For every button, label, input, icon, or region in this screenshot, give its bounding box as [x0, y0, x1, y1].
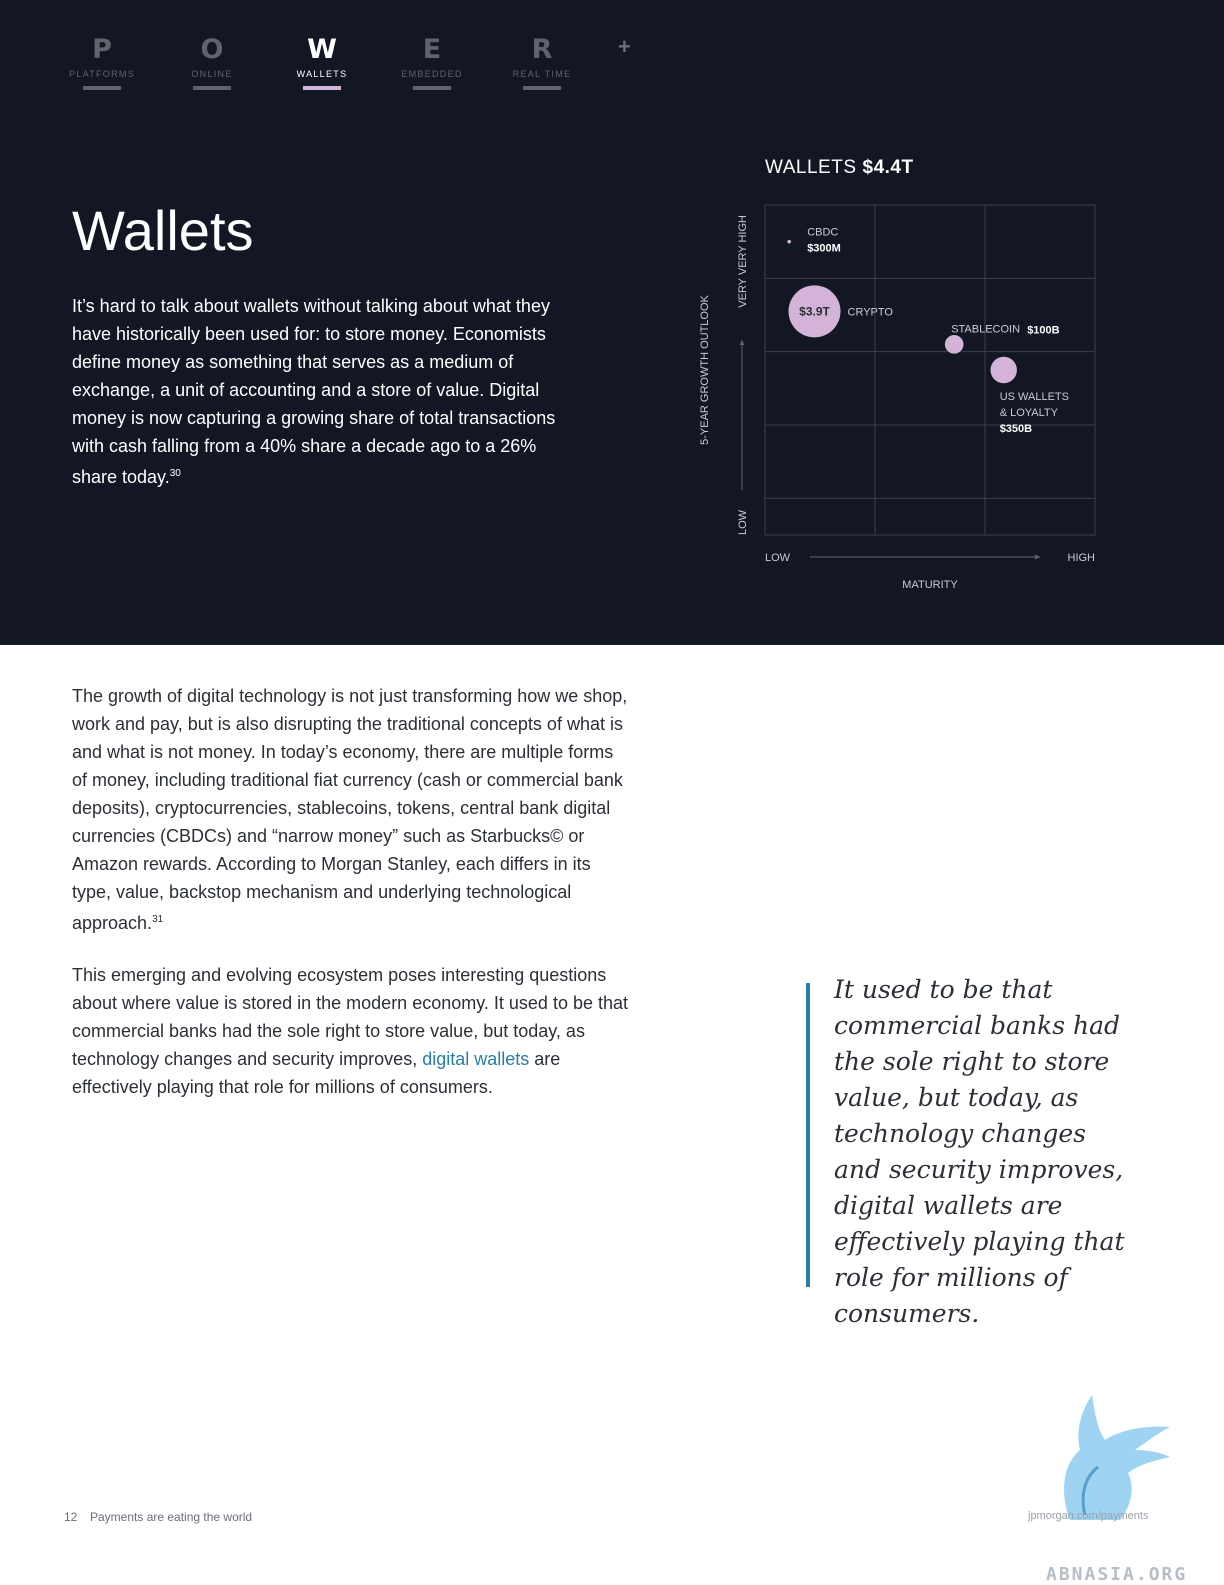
- nav-indicator: [413, 86, 451, 90]
- nav-indicator: [523, 86, 561, 90]
- data-point-stablecoin: [944, 335, 964, 354]
- intro-paragraph: It’s hard to talk about wallets without …: [72, 292, 582, 491]
- nav-letter: E: [422, 34, 442, 65]
- nav-letter: W: [307, 34, 337, 65]
- x-tick-label: LOW: [765, 552, 791, 564]
- nav-label: WALLETS: [296, 69, 348, 79]
- nav-indicator: [193, 86, 231, 90]
- nav-letter: P: [92, 34, 112, 65]
- page-number: 12: [64, 1510, 78, 1524]
- page-title: Wallets: [72, 199, 254, 262]
- data-name-label: STABLECOIN: [951, 323, 1020, 335]
- nav-tab-real-time[interactable]: R REAL TIME: [497, 34, 587, 90]
- nav-tab-online[interactable]: O ONLINE: [167, 34, 257, 90]
- footer-url-link[interactable]: jpmorgan.com/payments: [1028, 1510, 1148, 1522]
- data-name-label: CRYPTO: [848, 306, 894, 318]
- chart-title-label: WALLETS: [765, 157, 857, 178]
- body-paragraph-1: The growth of digital technology is not …: [72, 682, 628, 937]
- data-name-label: & LOYALTY: [1000, 407, 1059, 419]
- data-name-label: CBDC: [807, 227, 838, 239]
- nav-label: REAL TIME: [512, 69, 572, 79]
- nav-label: PLATFORMS: [68, 69, 136, 79]
- nav-tab-embedded[interactable]: E EMBEDDED: [387, 34, 477, 90]
- nav-letter: R: [531, 34, 553, 65]
- watermark-text: ABNASIA.ORG: [1046, 1564, 1188, 1585]
- nav-indicator-active: [303, 86, 341, 90]
- data-value-label: $350B: [1000, 423, 1032, 435]
- chart-points: CBDC $300M $3.9T CRYPTO STABLECOIN $100B US WA…: [787, 227, 1069, 435]
- footnote-ref[interactable]: 31: [152, 914, 163, 925]
- y-tick-label: LOW: [737, 509, 749, 535]
- data-point-us-wallets-loyalty: [990, 356, 1017, 384]
- nav-tab-wallets[interactable]: W WALLETS: [277, 34, 367, 90]
- data-value-label: $300M: [807, 243, 841, 255]
- chart-title: WALLETS $4.4T: [765, 157, 914, 179]
- x-axis-arrowhead: [1035, 554, 1040, 560]
- x-tick-label: HIGH: [1068, 552, 1096, 564]
- quote-accent-bar: [806, 983, 810, 1287]
- nav-indicator: [83, 86, 121, 90]
- y-axis-arrowhead: [739, 340, 745, 345]
- y-tick-label: VERY VERY HIGH: [737, 215, 749, 308]
- nav-label: ONLINE: [191, 69, 233, 79]
- plus-icon[interactable]: +: [618, 34, 631, 60]
- data-value-label: $3.9T: [799, 304, 830, 318]
- footnote-ref[interactable]: 30: [170, 468, 181, 479]
- body-paragraph-2: This emerging and evolving ecosystem pos…: [72, 961, 628, 1101]
- data-value-label: $100B: [1027, 324, 1059, 336]
- intro-text: It’s hard to talk about wallets without …: [72, 296, 556, 487]
- data-point-cbdc: [787, 239, 792, 244]
- y-axis-label: 5-YEAR GROWTH OUTLOOK: [700, 294, 711, 444]
- chart-title-value: $4.4T: [862, 157, 914, 178]
- data-name-label: US WALLETS: [1000, 391, 1069, 403]
- digital-wallets-link[interactable]: digital wallets: [422, 1049, 529, 1069]
- x-axis-label: MATURITY: [902, 579, 958, 591]
- nav-label: EMBEDDED: [401, 69, 463, 79]
- body-paragraph-1-text: The growth of digital technology is not …: [72, 686, 628, 933]
- footer-title: Payments are eating the world: [90, 1510, 253, 1524]
- nav-tab-platforms[interactable]: P PLATFORMS: [57, 34, 147, 90]
- hero-section: P PLATFORMS O ONLINE W WALLETS E EMBEDDE…: [0, 0, 1224, 645]
- pull-quote: It used to be that commercial banks had …: [834, 975, 1125, 1328]
- nav-letter: O: [200, 34, 224, 65]
- wallets-bubble-chart: LOW HIGH MATURITY LOW VERY VERY HIGH 5-YEAR G…: [700, 204, 1096, 591]
